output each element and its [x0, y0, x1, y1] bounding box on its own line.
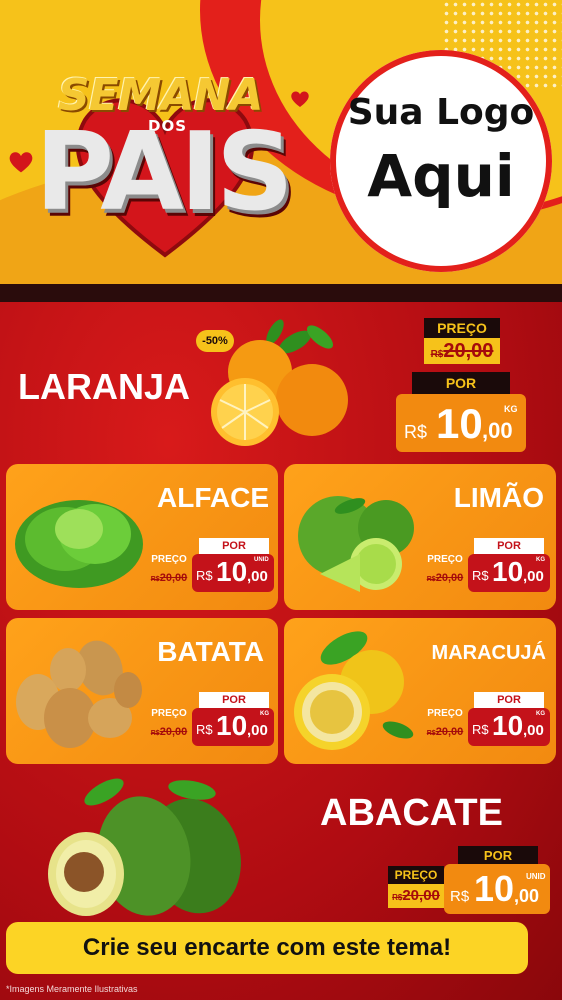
preco-label: PREÇO — [427, 554, 463, 565]
old-price-currency: R$ — [392, 893, 403, 902]
old-price-currency: R$ — [150, 576, 160, 583]
por-label: POR — [199, 692, 269, 708]
preco-label: PREÇO — [151, 708, 187, 719]
new-price-int: 10 — [436, 400, 483, 447]
old-price: R$20,00 — [388, 884, 444, 908]
por-label: POR — [199, 538, 269, 554]
old-price-value: 20,00 — [435, 726, 464, 738]
passion-fruit-icon — [294, 631, 414, 750]
old-price: R$20,00 — [144, 722, 194, 740]
cta-text[interactable]: Crie seu encarte com este tema! — [6, 922, 528, 974]
disclaimer-text: *Imagens Meramente Ilustrativas — [6, 984, 138, 994]
product-name-abacate: ABACATE — [320, 792, 503, 834]
product-name: LIMÃO — [453, 482, 544, 513]
old-price-currency: R$ — [426, 576, 436, 583]
old-price: R$20,00 — [420, 722, 470, 740]
new-price-currency: R$ — [196, 568, 213, 583]
new-price-currency: R$ — [404, 422, 428, 442]
new-price: R$ 10 ,00 KG — [396, 394, 526, 452]
lime-icon — [298, 496, 414, 592]
unit-label: KG — [504, 404, 518, 414]
logo-text-line1: Sua Logo — [347, 92, 535, 133]
old-price-value: 20,00 — [159, 726, 188, 738]
product-name: ALFACE — [157, 482, 269, 513]
lettuce-icon — [15, 500, 143, 588]
new-price-cents: ,00 — [247, 722, 268, 739]
new-price-int: 10 — [216, 556, 248, 587]
logo-text-line2: Aqui — [367, 142, 515, 210]
old-price-value: 20,00 — [443, 340, 494, 362]
new-price-currency: R$ — [472, 722, 489, 737]
product-name: BATATA — [157, 636, 264, 667]
new-price-cents: ,00 — [523, 722, 544, 739]
heart-icon — [9, 152, 33, 173]
unit-label: KG — [536, 711, 545, 717]
new-price: R$ 10 ,00 UNID — [444, 864, 550, 914]
preco-label: PREÇO — [388, 866, 444, 884]
new-price-int: 10 — [492, 556, 524, 587]
new-price-int: 10 — [492, 710, 524, 741]
new-price: R$ 10 ,00 KG — [468, 554, 550, 592]
old-price: R$20,00 — [424, 338, 500, 364]
heart-icon — [291, 91, 309, 107]
old-price-value: 20,00 — [435, 572, 464, 584]
product-card-batata[interactable]: BATATA POR PREÇO R$20,00 R$ 10 ,00 KG — [6, 618, 278, 764]
unit-label: UNID — [254, 557, 269, 563]
avocado-icon — [48, 778, 241, 916]
old-price: R$20,00 — [420, 568, 470, 586]
old-price-value: 20,00 — [159, 572, 188, 584]
unit-label: KG — [536, 557, 545, 563]
por-label: POR — [474, 538, 544, 554]
old-price-currency: R$ — [150, 730, 160, 737]
product-card-maracuja[interactable]: MARACUJÁ POR PREÇO R$20,00 R$ 10 ,00 KG — [284, 618, 556, 764]
product-card-alface[interactable]: ALFACE POR PREÇO R$20,00 R$ 10 ,00 UNID — [6, 464, 278, 610]
potato-icon — [16, 640, 142, 748]
unit-label: UNID — [526, 872, 546, 881]
new-price-cents: ,00 — [523, 568, 544, 585]
por-label: POR — [412, 372, 510, 394]
preco-label: PREÇO — [427, 708, 463, 719]
new-price-int: 10 — [474, 868, 515, 909]
new-price-currency: R$ — [450, 888, 470, 905]
old-price: R$20,00 — [144, 568, 194, 586]
new-price-currency: R$ — [472, 568, 489, 583]
new-price-cents: ,00 — [247, 568, 268, 585]
product-card-limao[interactable]: LIMÃO POR PREÇO R$20,00 R$ 10 ,00 KG — [284, 464, 556, 610]
new-price-currency: R$ — [196, 722, 213, 737]
logo-placeholder[interactable]: Sua Logo Aqui — [330, 50, 552, 272]
product-name: MARACUJÁ — [431, 642, 546, 664]
por-label: POR — [458, 846, 538, 866]
discount-badge: -50% — [196, 330, 234, 352]
product-name-laranja: LARANJA — [18, 366, 191, 407]
unit-label: KG — [260, 711, 269, 717]
preco-label: PREÇO — [151, 554, 187, 565]
new-price: R$ 10 ,00 KG — [468, 708, 550, 746]
semana-dos-pais-title: SEMANA DOS PAIS — [9, 50, 320, 270]
old-price-currency: R$ — [426, 730, 436, 737]
title-pais: PAIS — [35, 110, 294, 235]
new-price-int: 10 — [216, 710, 248, 741]
new-price: R$ 10 ,00 UNID — [192, 554, 274, 592]
old-price-value: 20,00 — [402, 887, 440, 904]
header-divider — [0, 284, 562, 302]
preco-label: PREÇO — [424, 318, 500, 338]
old-price-currency: R$ — [430, 349, 444, 360]
new-price-cents: ,00 — [514, 886, 540, 906]
new-price-cents: ,00 — [482, 418, 513, 443]
new-price: R$ 10 ,00 KG — [192, 708, 274, 746]
por-label: POR — [474, 692, 544, 708]
